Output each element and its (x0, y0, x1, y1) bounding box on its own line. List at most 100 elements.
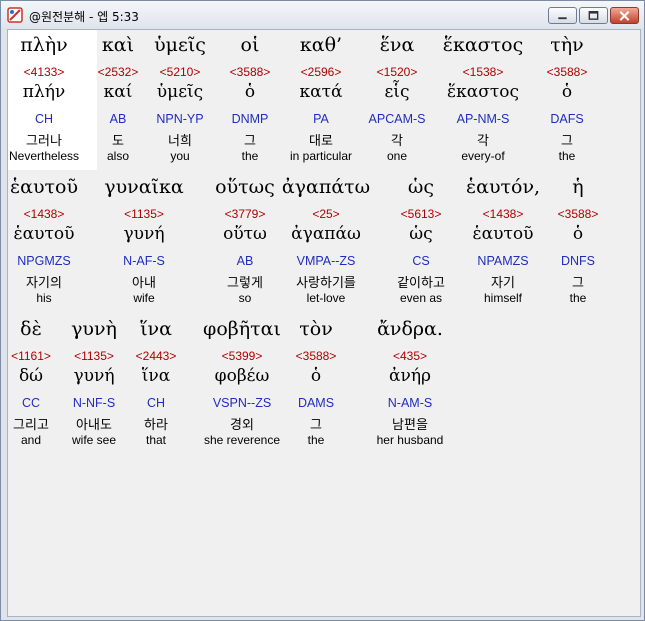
word-strongs: <1161> (11, 349, 51, 363)
word-strongs: <3588> (295, 349, 337, 363)
title-bar[interactable]: @원전분해 - 엡 5:33 (1, 1, 644, 29)
word-strongs: <5613> (400, 207, 442, 221)
word-korean-gloss: 경외 (230, 418, 254, 433)
word-lemma: ἑαυτοῦ (472, 224, 534, 244)
word-strongs: <435> (392, 349, 428, 363)
word-korean-gloss: 각 (391, 134, 403, 149)
word-lemma: ὁ (244, 82, 256, 102)
word-korean-gloss: 사랑하기를 (296, 276, 356, 291)
word-gloss: the (558, 149, 576, 163)
word-greek[interactable]: ἄνδρα. (377, 318, 443, 340)
word-strongs: <1520> (376, 65, 418, 79)
word-korean-gloss: 그 (561, 134, 573, 149)
word-korean-gloss: 아내 (132, 276, 156, 291)
word-greek[interactable]: ἑαυτοῦ (10, 176, 78, 198)
word-strongs: <2596> (300, 65, 342, 79)
word-lemma: κατά (299, 82, 343, 102)
word-greek[interactable]: ἑαυτόν, (466, 176, 540, 198)
word-parse: DNMP (231, 112, 269, 126)
word-korean-gloss: 도 (112, 134, 124, 149)
word-parse: NPAMZS (477, 254, 529, 268)
word-gloss: you (170, 149, 190, 163)
word-greek[interactable]: φοβῆται (203, 318, 281, 340)
word-strongs: <1438> (23, 207, 65, 221)
word-korean-gloss: 그 (310, 418, 322, 433)
word-lemma: πλήν (22, 82, 66, 102)
word-parse: APCAM-S (368, 112, 426, 126)
word-greek[interactable]: πλὴν (20, 34, 67, 56)
word-korean-gloss: 그 (244, 134, 256, 149)
word-korean-gloss: 대로 (309, 134, 333, 149)
word-parse: PA (313, 112, 329, 126)
app-window: @원전분해 - 엡 5:33 πλὴν <4133> πλήν CH 그러나 Nevert… (0, 0, 645, 621)
word-parse: N-AF-S (123, 254, 165, 268)
interlinear-panel: πλὴν <4133> πλήν CH 그러나 Nevertheless καὶ <2532>… (7, 29, 641, 617)
word-parse: AP-NM-S (456, 112, 510, 126)
word-greek[interactable]: ὑμεῖς (154, 34, 206, 56)
word-lemma: γυνή (123, 224, 165, 244)
word-parse: DAFS (550, 112, 584, 126)
word-greek[interactable]: τὴν (550, 34, 583, 56)
word-lemma: ὑμεῖς (156, 82, 204, 102)
word-korean-gloss: 그렇게 (227, 276, 263, 291)
word-strongs: <4133> (23, 65, 65, 79)
word-greek[interactable]: καθ’ (300, 34, 342, 56)
maximize-button[interactable] (579, 7, 608, 24)
word-parse: CH (146, 396, 166, 410)
word-greek[interactable]: τὸν (299, 318, 333, 340)
close-button[interactable] (610, 7, 639, 24)
word-lemma: ὁ (561, 82, 573, 102)
word-strongs: <3588> (557, 207, 599, 221)
word-parse: CC (21, 396, 41, 410)
word-gloss: in particular (289, 149, 353, 163)
word-greek[interactable]: οὕτως (215, 176, 275, 198)
word-gloss: even as (399, 291, 443, 305)
word-lemma: δώ (18, 366, 44, 386)
word-parse: DAMS (297, 396, 335, 410)
word-parse: AB (236, 254, 254, 268)
word-gloss: let-love (306, 291, 346, 305)
word-greek[interactable]: γυναῖκα (104, 176, 183, 198)
word-gloss: one (386, 149, 408, 163)
word-greek[interactable]: γυνὴ (71, 318, 117, 340)
word-gloss: that (145, 433, 167, 447)
word-gloss: his (36, 291, 52, 305)
word-lemma: ἵνα (141, 366, 171, 386)
word-greek[interactable]: ἕκαστος (443, 34, 523, 56)
word-strongs: <5210> (159, 65, 201, 79)
word-lemma: ὁ (310, 366, 322, 386)
word-greek[interactable]: ἵνα (140, 318, 172, 340)
word-strongs: <1135> (74, 349, 114, 363)
word-greek[interactable]: ἡ (572, 176, 583, 198)
word-greek[interactable]: ἕνα (380, 34, 415, 56)
word-korean-gloss: 그러나 (26, 134, 62, 149)
word-gloss: she reverence (203, 433, 281, 447)
word-gloss: every-of (461, 149, 505, 163)
word-parse: AB (109, 112, 127, 126)
word-korean-gloss: 같이하고 (397, 276, 445, 291)
word-greek[interactable]: δὲ (20, 318, 42, 340)
word-greek[interactable]: ὡς (408, 176, 434, 198)
word-gloss: so (238, 291, 252, 305)
word-strongs: <2532> (97, 65, 139, 79)
minimize-button[interactable] (548, 7, 577, 24)
word-korean-gloss: 너희 (168, 134, 192, 149)
word-korean-gloss: 남편을 (392, 418, 428, 433)
word-parse: CS (412, 254, 430, 268)
word-gloss: also (106, 149, 130, 163)
word-korean-gloss: 각 (477, 134, 489, 149)
word-greek[interactable]: ἀγαπάτω (282, 176, 370, 198)
word-gloss: himself (483, 291, 523, 305)
word-strongs: <3588> (229, 65, 271, 79)
word-parse: NPN-YP (156, 112, 204, 126)
word-gloss: the (307, 433, 325, 447)
minimize-icon (558, 17, 567, 20)
word-gloss: Nevertheless (8, 149, 80, 163)
word-greek[interactable]: οἱ (241, 34, 260, 56)
word-strongs: <1135> (124, 207, 164, 221)
word-parse: CH (34, 112, 54, 126)
word-parse: N-NF-S (72, 396, 116, 410)
word-strongs: <1538> (462, 65, 504, 79)
word-greek[interactable]: καὶ (102, 34, 134, 56)
word-strongs: <1438> (482, 207, 524, 221)
